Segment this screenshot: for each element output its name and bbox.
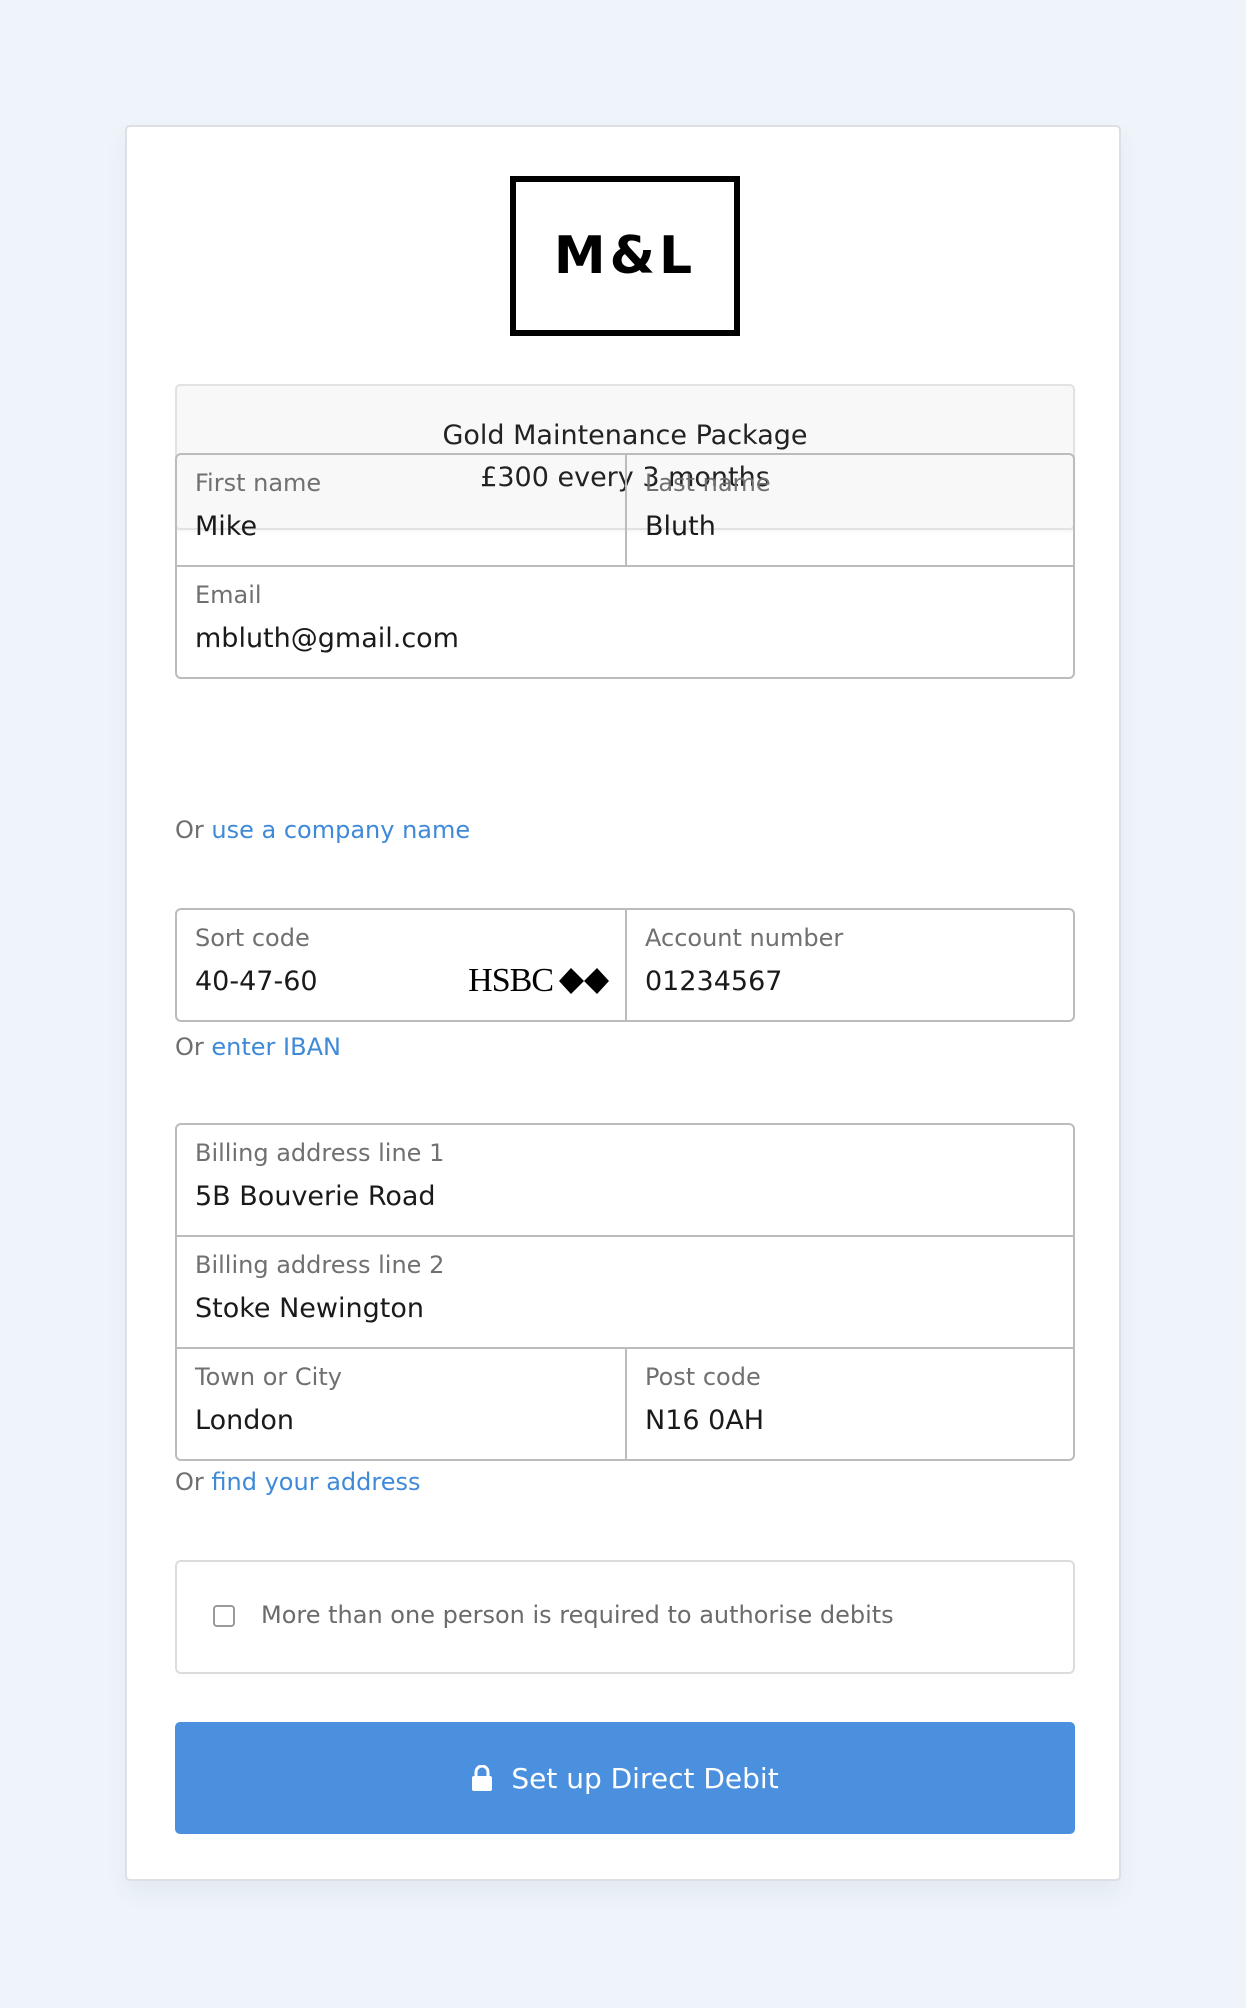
email-field[interactable]: Email mbluth@gmail.com: [177, 567, 1073, 677]
or-text: Or: [175, 1033, 204, 1061]
last-name-field[interactable]: Last name Bluth: [625, 455, 1073, 565]
merchant-logo: M&L: [510, 176, 740, 336]
address-line1-label: Billing address line 1: [195, 1139, 445, 1167]
find-your-address-link[interactable]: find your address: [211, 1468, 420, 1496]
address-line1-value[interactable]: 5B Bouverie Road: [195, 1181, 436, 1212]
sort-code-value[interactable]: 40-47-60: [195, 966, 318, 997]
bank-identifier: HSBC: [468, 964, 609, 998]
address-line1-field[interactable]: Billing address line 1 5B Bouverie Road: [177, 1125, 1073, 1235]
sort-code-field[interactable]: Sort code 40-47-60 HSBC: [177, 910, 625, 1020]
town-value[interactable]: London: [195, 1405, 294, 1436]
multi-authoriser-option: More than one person is required to auth…: [175, 1560, 1075, 1674]
logo-text: M&L: [553, 226, 697, 286]
first-name-label: First name: [195, 469, 322, 497]
setup-direct-debit-label: Set up Direct Debit: [511, 1761, 779, 1795]
account-number-label: Account number: [645, 924, 844, 952]
postcode-label: Post code: [645, 1363, 761, 1391]
account-number-field[interactable]: Account number 01234567: [625, 910, 1073, 1020]
or-text: Or: [175, 816, 204, 844]
multi-authoriser-label[interactable]: More than one person is required to auth…: [261, 1601, 894, 1629]
address-line2-field[interactable]: Billing address line 2 Stoke Newington: [177, 1237, 1073, 1347]
email-label: Email: [195, 581, 262, 609]
town-field[interactable]: Town or City London: [177, 1349, 625, 1459]
postcode-field[interactable]: Post code N16 0AH: [625, 1349, 1073, 1459]
find-address-option: Or find your address: [175, 1468, 420, 1496]
bank-details-group: Sort code 40-47-60 HSBC Account number 0…: [175, 908, 1075, 1022]
account-number-value[interactable]: 01234567: [645, 966, 782, 997]
multi-authoriser-checkbox[interactable]: [213, 1605, 235, 1627]
first-name-value[interactable]: Mike: [195, 511, 257, 542]
iban-option: Or enter IBAN: [175, 1033, 341, 1061]
postcode-value[interactable]: N16 0AH: [645, 1405, 764, 1436]
last-name-value[interactable]: Bluth: [645, 511, 716, 542]
last-name-label: Last name: [645, 469, 771, 497]
first-name-field[interactable]: First name Mike: [177, 455, 625, 565]
or-text: Or: [175, 1468, 204, 1496]
lock-icon: [472, 1765, 493, 1791]
address-line2-label: Billing address line 2: [195, 1251, 445, 1279]
package-name: Gold Maintenance Package: [442, 420, 808, 451]
payment-form-card: M&L Gold Maintenance Package £300 every …: [125, 125, 1121, 1881]
setup-direct-debit-button[interactable]: Set up Direct Debit: [175, 1722, 1075, 1834]
address-line2-value[interactable]: Stoke Newington: [195, 1293, 424, 1324]
sort-code-label: Sort code: [195, 924, 310, 952]
use-company-name-link[interactable]: use a company name: [211, 816, 470, 844]
town-label: Town or City: [195, 1363, 342, 1391]
hsbc-hexagon-logo-icon: [559, 968, 609, 994]
company-name-option: Or use a company name: [175, 816, 470, 844]
billing-address-group: Billing address line 1 5B Bouverie Road …: [175, 1123, 1075, 1461]
enter-iban-link[interactable]: enter IBAN: [211, 1033, 341, 1061]
bank-name: HSBC: [468, 962, 554, 999]
email-value[interactable]: mbluth@gmail.com: [195, 623, 459, 654]
personal-details-group: First name Mike Last name Bluth Email mb…: [175, 453, 1075, 679]
